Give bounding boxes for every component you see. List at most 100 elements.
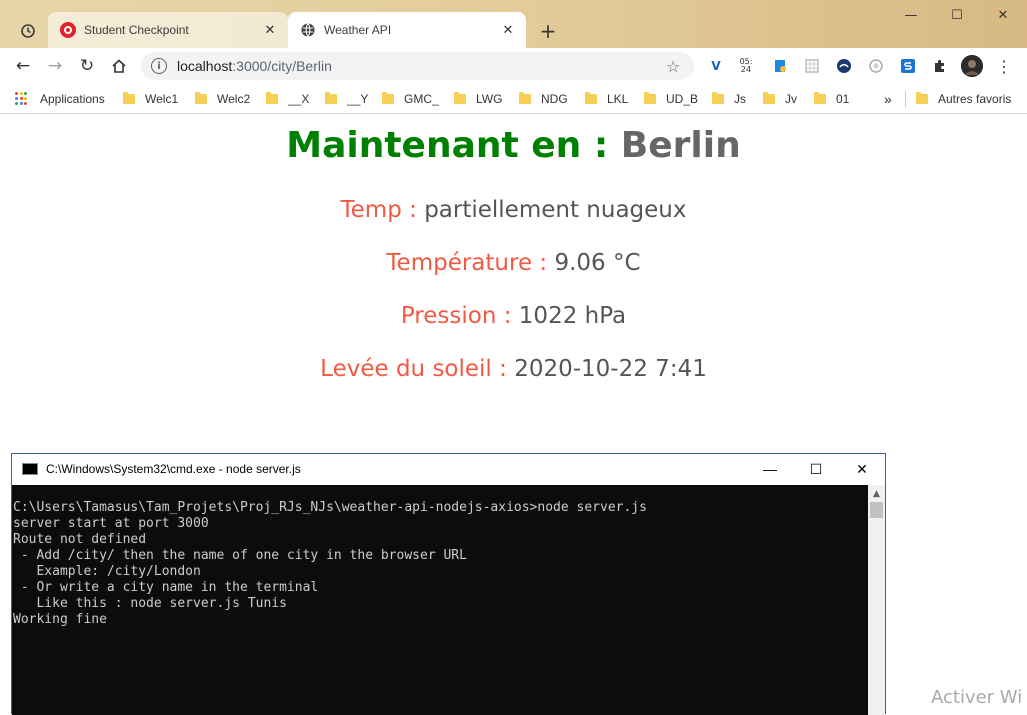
folder-icon — [266, 92, 278, 104]
bookmark-label: Jv — [785, 92, 797, 106]
reload-icon[interactable]: ↻ — [74, 53, 100, 79]
clock-extension-icon[interactable]: 05: 24 — [736, 56, 756, 76]
row-value: 9.06 °C — [554, 250, 641, 276]
bookmark-label: UD_B — [666, 92, 699, 106]
apps-grid-icon — [15, 92, 29, 106]
tab-weather-api[interactable]: Weather API ✕ — [288, 12, 526, 48]
minimize-window-icon[interactable]: — — [888, 0, 934, 30]
bookmark-other-favorites[interactable]: Autres favoris — [916, 90, 1011, 108]
folder-icon — [519, 92, 531, 104]
folder-icon — [454, 92, 466, 104]
bookmark-folder[interactable]: 01 — [814, 90, 849, 108]
address-bar[interactable]: i localhost:3000/city/Berlin ☆ — [141, 52, 694, 80]
bookmark-folder[interactable]: UD_B — [644, 90, 698, 108]
row-label: Pression : — [400, 303, 512, 329]
console-line: server start at port 3000 — [13, 516, 209, 531]
cmd-console-output[interactable]: C:\Users\Tamasus\Tam_Projets\Proj_RJs_NJ… — [12, 485, 868, 715]
shield-extension-icon[interactable] — [834, 56, 854, 76]
bookmark-label: GMC_ — [404, 92, 439, 106]
new-tab-plus-icon[interactable]: + — [537, 19, 559, 43]
bookmark-folder[interactable]: Js — [712, 90, 746, 108]
bookmarks-overflow-button[interactable]: » — [884, 90, 892, 108]
weather-row-condition: Temp : partiellement nuageux — [0, 197, 1027, 223]
folder-icon — [644, 92, 656, 104]
circle-extension-icon[interactable] — [866, 56, 886, 76]
row-label: Levée du soleil : — [320, 356, 507, 382]
close-tab-icon[interactable]: ✕ — [500, 22, 516, 38]
cmd-maximize-icon[interactable]: ☐ — [793, 454, 839, 484]
bookmark-folder[interactable]: NDG — [519, 90, 568, 108]
scroll-thumb[interactable] — [870, 502, 883, 518]
menu-dots-icon[interactable]: ⋮ — [994, 56, 1014, 76]
bookmark-folder[interactable]: GMC_ — [382, 90, 439, 108]
console-line: Working fine — [13, 612, 107, 627]
document-extension-icon[interactable] — [770, 56, 790, 76]
page-title: Maintenant en : Berlin — [0, 125, 1027, 166]
checkpoint-icon — [60, 22, 76, 38]
bookmark-folder[interactable]: __Y — [325, 90, 368, 108]
cmd-titlebar[interactable]: C:\Windows\System32\cmd.exe - node serve… — [12, 454, 885, 484]
site-info-icon[interactable]: i — [151, 58, 167, 74]
folder-icon — [814, 92, 826, 104]
bookmark-label: Welc2 — [217, 92, 251, 106]
back-arrow-icon[interactable]: ← — [10, 53, 36, 79]
bookmark-label: Applications — [40, 92, 105, 106]
forward-arrow-icon[interactable]: → — [42, 53, 68, 79]
globe-icon — [300, 22, 316, 38]
bookmark-folder[interactable]: LKL — [585, 90, 628, 108]
row-value: partiellement nuageux — [424, 197, 687, 223]
tab-label: Student Checkpoint — [84, 23, 189, 37]
cmd-window[interactable]: C:\Windows\System32\cmd.exe - node serve… — [11, 453, 886, 715]
close-tab-icon[interactable]: ✕ — [262, 22, 278, 38]
s-extension-icon[interactable] — [898, 56, 918, 76]
bookmark-folder[interactable]: Welc2 — [195, 90, 250, 108]
home-icon[interactable] — [106, 53, 132, 79]
bookmark-folder[interactable]: Welc1 — [123, 90, 178, 108]
weather-row-sunrise: Levée du soleil : 2020-10-22 7:41 — [0, 356, 1027, 382]
puzzle-extensions-icon[interactable] — [930, 56, 950, 76]
console-line: C:\Users\Tamasus\Tam_Projets\Proj_RJs_NJ… — [13, 500, 647, 515]
maximize-window-icon[interactable]: ☐ — [934, 0, 980, 30]
console-line: - Add /city/ then the name of one city i… — [13, 548, 467, 563]
bookmark-applications[interactable]: Applications — [15, 90, 105, 108]
bookmark-label: Autres favoris — [938, 92, 1012, 106]
cmd-minimize-icon[interactable]: — — [747, 454, 793, 484]
grid-extension-icon[interactable] — [802, 56, 822, 76]
url-text[interactable]: localhost:3000/city/Berlin — [177, 58, 666, 74]
tab-search-icon[interactable] — [17, 20, 39, 42]
tab-label: Weather API — [324, 23, 392, 37]
console-line: - Or write a city name in the terminal — [13, 580, 319, 595]
bookmark-label: NDG — [541, 92, 568, 106]
row-label: Température : — [386, 250, 548, 276]
bookmark-label: LKL — [607, 92, 629, 106]
folder-icon — [916, 92, 928, 104]
weather-row-pressure: Pression : 1022 hPa — [0, 303, 1027, 329]
tab-student-checkpoint[interactable]: Student Checkpoint ✕ — [48, 12, 288, 48]
v-extension-icon[interactable]: V — [706, 56, 726, 76]
folder-icon — [382, 92, 394, 104]
bookmark-star-icon[interactable]: ☆ — [666, 57, 686, 76]
url-path: :3000/city/Berlin — [232, 58, 332, 74]
bookmark-folder[interactable]: Jv — [763, 90, 797, 108]
row-label: Temp : — [340, 197, 417, 223]
bookmarks-bar: Applications Welc1 Welc2 __X __Y GMC_ LW… — [0, 84, 1027, 114]
browser-toolbar: ← → ↻ i localhost:3000/city/Berlin ☆ V 0… — [0, 48, 1027, 84]
headline-label: Maintenant en : — [286, 125, 609, 166]
weather-row-temperature: Température : 9.06 °C — [0, 250, 1027, 276]
bookmark-folder[interactable]: LWG — [454, 90, 502, 108]
url-host: localhost — [177, 58, 233, 74]
row-value: 1022 hPa — [518, 303, 627, 329]
close-window-icon[interactable]: ✕ — [980, 0, 1026, 30]
cmd-close-icon[interactable]: ✕ — [839, 454, 885, 484]
folder-icon — [763, 92, 775, 104]
clock-bottom-text: 24 — [740, 65, 752, 74]
bookmark-label: 01 — [836, 92, 850, 106]
row-value: 2020-10-22 7:41 — [514, 356, 707, 382]
cmd-scrollbar[interactable]: ▲ — [868, 485, 885, 715]
profile-avatar[interactable] — [961, 55, 983, 77]
folder-icon — [712, 92, 724, 104]
folder-icon — [585, 92, 597, 104]
console-line: Route not defined — [13, 532, 147, 547]
scroll-up-arrow-icon[interactable]: ▲ — [868, 485, 885, 502]
bookmark-folder[interactable]: __X — [266, 90, 309, 108]
